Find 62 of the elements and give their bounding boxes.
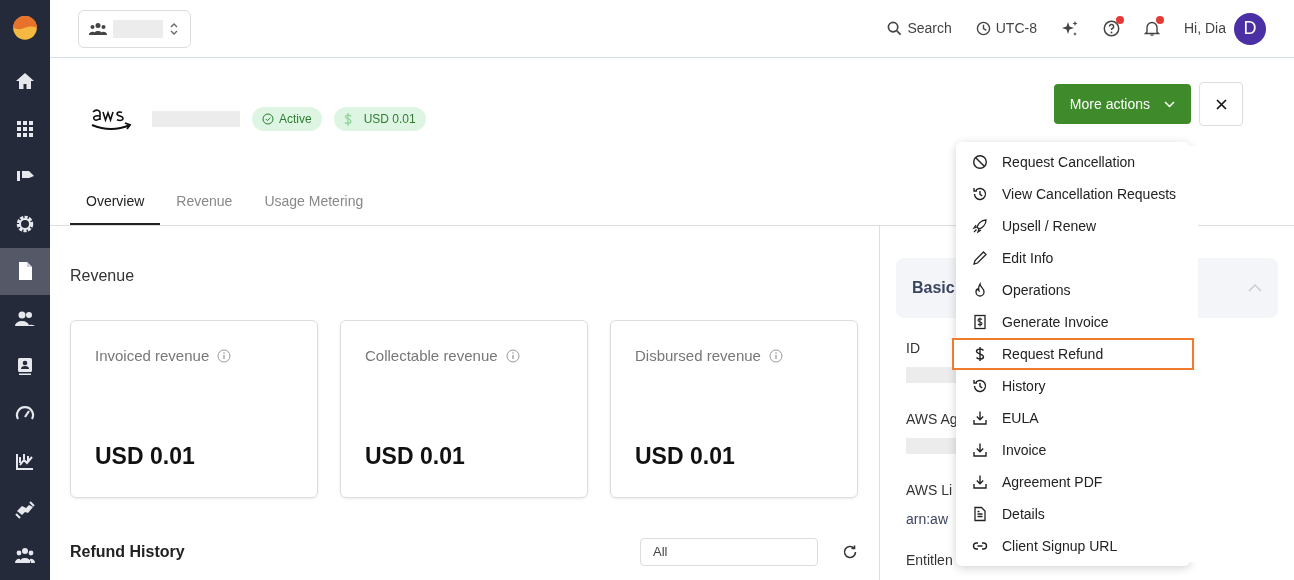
- card-label: Collectable revenue: [365, 346, 498, 366]
- section-title: Refund History: [70, 542, 186, 562]
- clock-icon: [975, 21, 991, 36]
- apps-icon: [15, 118, 35, 139]
- rocket-icon: [972, 218, 988, 234]
- sort-icon: [169, 21, 179, 36]
- tab[interactable]: Usage Metering: [248, 180, 380, 225]
- more-actions-button[interactable]: More actions: [1053, 84, 1191, 124]
- flame-icon: [972, 282, 988, 298]
- dollar-icon: [343, 112, 352, 126]
- field-label: ID: [906, 339, 920, 358]
- menu-item[interactable]: Request Refund: [952, 338, 1194, 370]
- download-icon: [972, 410, 988, 426]
- card-label: Invoiced revenue: [95, 346, 210, 366]
- refresh-icon[interactable]: [842, 544, 858, 560]
- card-value: USD 0.01: [635, 441, 736, 471]
- filter-dropdown[interactable]: All: [640, 538, 818, 566]
- download-icon: [972, 474, 988, 490]
- search-button[interactable]: Search: [887, 18, 952, 39]
- search-icon: [887, 21, 903, 36]
- timezone-button[interactable]: UTC-8: [975, 18, 1037, 39]
- card-label: Disbursed revenue: [635, 346, 761, 366]
- home-icon: [15, 71, 35, 92]
- chevron-down-icon: [1164, 100, 1175, 108]
- help-icon[interactable]: [1103, 20, 1120, 37]
- menu-item[interactable]: Edit Info: [956, 242, 1198, 274]
- section-title: Revenue: [70, 266, 136, 286]
- tab[interactable]: Revenue: [160, 180, 249, 225]
- chart-icon: [15, 451, 35, 472]
- invoice-icon: [972, 314, 988, 330]
- team-icon: [89, 21, 107, 36]
- user-avatar[interactable]: D: [1234, 12, 1266, 45]
- download-icon: [972, 442, 988, 458]
- contact-card-icon: [15, 356, 35, 377]
- check-circle-icon: [262, 113, 274, 125]
- menu-item[interactable]: Operations: [956, 274, 1198, 306]
- greeting: Hi, Dia: [1184, 19, 1226, 38]
- menu-item[interactable]: Generate Invoice: [956, 306, 1198, 338]
- sidebar-item[interactable]: [0, 247, 50, 296]
- card-value: USD 0.01: [365, 441, 466, 471]
- close-icon: [1215, 98, 1227, 110]
- document-icon: [972, 506, 988, 522]
- organization-selector[interactable]: [78, 9, 191, 48]
- logo-icon[interactable]: [13, 16, 37, 40]
- field-value: arn:aw: [906, 510, 949, 529]
- card-value: USD 0.01: [95, 441, 196, 471]
- field-label: AWS Li: [906, 481, 953, 500]
- status-text: Active: [279, 111, 312, 128]
- amount-text: USD 0.01: [363, 111, 416, 128]
- close-button[interactable]: [1199, 82, 1243, 126]
- menu-item[interactable]: Upsell / Renew: [956, 210, 1198, 242]
- pencil-icon: [972, 250, 988, 266]
- sparkle-icon[interactable]: [1061, 19, 1079, 38]
- bell-icon[interactable]: [1144, 20, 1160, 37]
- handshake-icon: [15, 498, 35, 519]
- history-icon: [972, 378, 988, 394]
- prohibited-icon: [972, 154, 988, 170]
- tab[interactable]: Overview: [70, 180, 161, 225]
- settings-icon: [15, 213, 35, 234]
- history-icon: [972, 186, 988, 202]
- field-label: Entitlen: [906, 551, 953, 570]
- panel-title: Basic: [912, 278, 955, 298]
